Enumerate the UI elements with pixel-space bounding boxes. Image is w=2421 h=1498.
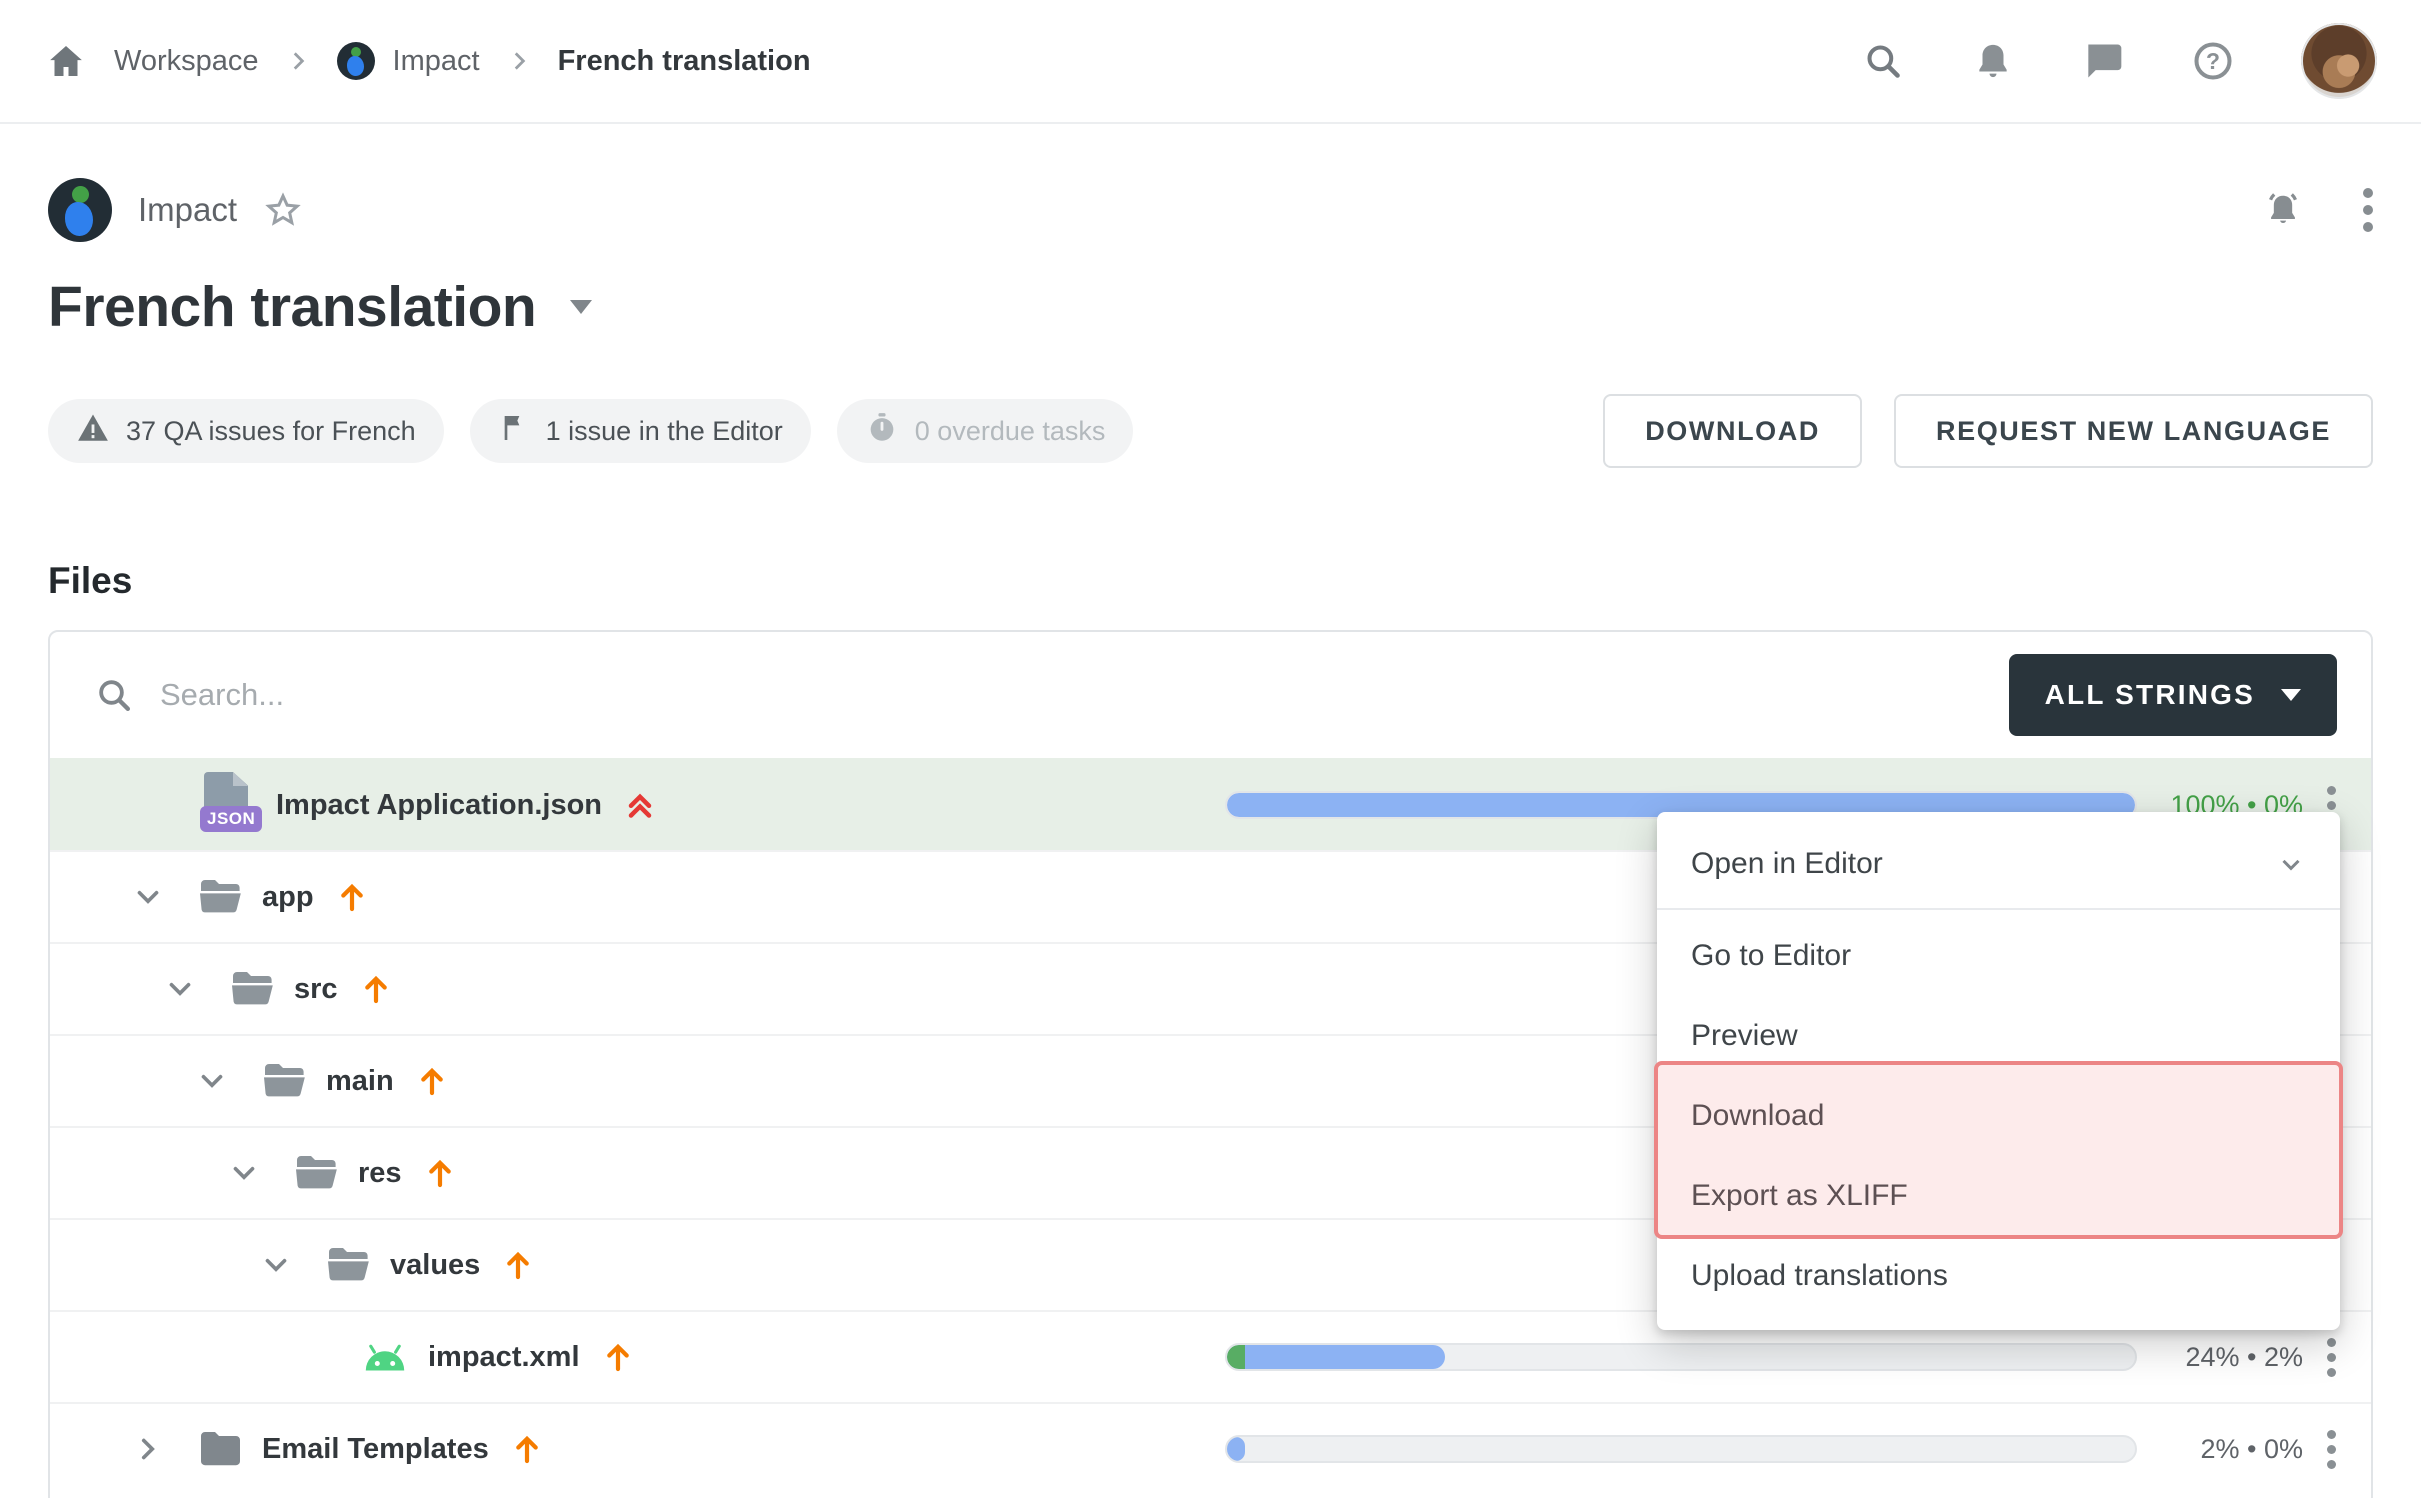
priority-high-icon	[622, 787, 658, 823]
translation-progress-bar	[1225, 1435, 2137, 1463]
breadcrumb-project[interactable]: Impact	[337, 42, 480, 80]
status-badge[interactable]: 37 QA issues for French	[48, 399, 444, 463]
export-arrow-icon	[509, 1431, 545, 1467]
file-name: Impact Application.json	[276, 789, 602, 822]
file-name: values	[390, 1249, 480, 1282]
files-search-row: ALL STRINGS	[50, 632, 2371, 758]
notification-settings-bell-icon[interactable]	[2261, 188, 2305, 232]
row-more-kebab-icon[interactable]	[2311, 1445, 2351, 1454]
status-badge[interactable]: 1 issue in the Editor	[470, 399, 811, 463]
chevron-right-icon	[285, 48, 311, 74]
top-navigation-bar: Workspace Impact French translation ?	[0, 0, 2421, 124]
json-file-icon: JSON	[200, 770, 258, 840]
export-arrow-icon	[334, 879, 370, 915]
progress-stats: 24% • 2%	[2153, 1342, 2303, 1373]
status-badge[interactable]: 0 overdue tasks	[837, 399, 1134, 463]
chevron-right-icon	[506, 48, 532, 74]
breadcrumb-workspace[interactable]: Workspace	[114, 45, 259, 78]
header-actions: DOWNLOAD REQUEST NEW LANGUAGE	[1603, 394, 2373, 468]
export-arrow-icon	[500, 1247, 536, 1283]
warning-icon	[76, 411, 110, 452]
chevron-down-icon[interactable]	[192, 1064, 232, 1098]
menu-divider	[1657, 908, 2340, 910]
progress-stats: 2% • 0%	[2153, 1434, 2303, 1465]
project-logo[interactable]	[48, 178, 112, 242]
files-search-input[interactable]	[160, 677, 2009, 713]
export-arrow-icon	[422, 1155, 458, 1191]
chevron-down-icon[interactable]	[128, 880, 168, 914]
folder-closed-icon	[196, 1427, 244, 1471]
project-header: Impact French translation	[0, 178, 2421, 340]
menu-item-go-to-editor[interactable]: Go to Editor	[1657, 916, 2340, 996]
project-more-kebab-icon[interactable]	[2363, 205, 2373, 215]
chevron-down-icon	[2276, 849, 2306, 879]
breadcrumb: Workspace Impact French translation	[44, 39, 811, 83]
file-name: app	[262, 881, 314, 914]
file-name: impact.xml	[428, 1341, 580, 1374]
breadcrumb-current-page: French translation	[558, 45, 811, 78]
messages-icon[interactable]	[2081, 39, 2125, 83]
file-name: Email Templates	[262, 1433, 489, 1466]
menu-item-open-in-editor[interactable]: Open in Editor	[1657, 826, 2340, 902]
export-arrow-icon	[358, 971, 394, 1007]
timer-icon	[865, 411, 899, 452]
files-heading: Files	[48, 560, 2373, 602]
flag-icon	[498, 412, 530, 451]
chevron-down-icon[interactable]	[224, 1156, 264, 1190]
project-name[interactable]: Impact	[138, 191, 237, 229]
download-button[interactable]: DOWNLOAD	[1603, 394, 1862, 468]
svg-text:?: ?	[2206, 48, 2220, 74]
menu-item-download[interactable]: Download	[1657, 1076, 2340, 1156]
folder-open-icon	[228, 967, 276, 1011]
file-name: src	[294, 973, 338, 1006]
page-title: French translation	[48, 274, 536, 340]
chevron-down-icon[interactable]	[256, 1248, 296, 1282]
folder-open-icon	[292, 1151, 340, 1195]
export-arrow-icon	[414, 1063, 450, 1099]
chevron-right-icon[interactable]	[128, 1432, 168, 1466]
file-row[interactable]: Email Templates 2% • 0%	[50, 1402, 2371, 1494]
menu-item-export-as-xliff[interactable]: Export as XLIFF	[1657, 1156, 2340, 1236]
search-icon[interactable]	[1861, 39, 1905, 83]
topbar-actions: ?	[1861, 23, 2377, 99]
notifications-bell-icon[interactable]	[1971, 39, 2015, 83]
file-name: main	[326, 1065, 394, 1098]
android-icon	[360, 1339, 410, 1375]
home-icon[interactable]	[44, 39, 88, 83]
chevron-down-icon	[2281, 689, 2301, 701]
status-row: 37 QA issues for French 1 issue in the E…	[0, 394, 2421, 468]
file-name: res	[358, 1157, 402, 1190]
translation-progress-bar	[1225, 1343, 2137, 1371]
chevron-down-icon[interactable]	[160, 972, 200, 1006]
folder-open-icon	[196, 875, 244, 919]
folder-open-icon	[260, 1059, 308, 1103]
row-more-kebab-icon[interactable]	[2311, 801, 2351, 810]
title-dropdown-caret-icon[interactable]	[570, 300, 592, 314]
user-avatar[interactable]	[2301, 23, 2377, 99]
menu-item-upload-translations[interactable]: Upload translations	[1657, 1236, 2340, 1316]
file-context-menu: Open in Editor Go to EditorPreviewDownlo…	[1657, 812, 2340, 1330]
help-icon[interactable]: ?	[2191, 39, 2235, 83]
menu-item-preview[interactable]: Preview	[1657, 996, 2340, 1076]
project-logo-icon	[337, 42, 375, 80]
folder-open-icon	[324, 1243, 372, 1287]
search-icon	[94, 675, 134, 715]
export-arrow-icon	[600, 1339, 636, 1375]
row-more-kebab-icon[interactable]	[2311, 1353, 2351, 1362]
status-badges: 37 QA issues for French 1 issue in the E…	[48, 399, 1133, 463]
strings-filter-button[interactable]: ALL STRINGS	[2009, 654, 2337, 736]
request-new-language-button[interactable]: REQUEST NEW LANGUAGE	[1894, 394, 2373, 468]
favorite-star-icon[interactable]	[263, 190, 303, 230]
